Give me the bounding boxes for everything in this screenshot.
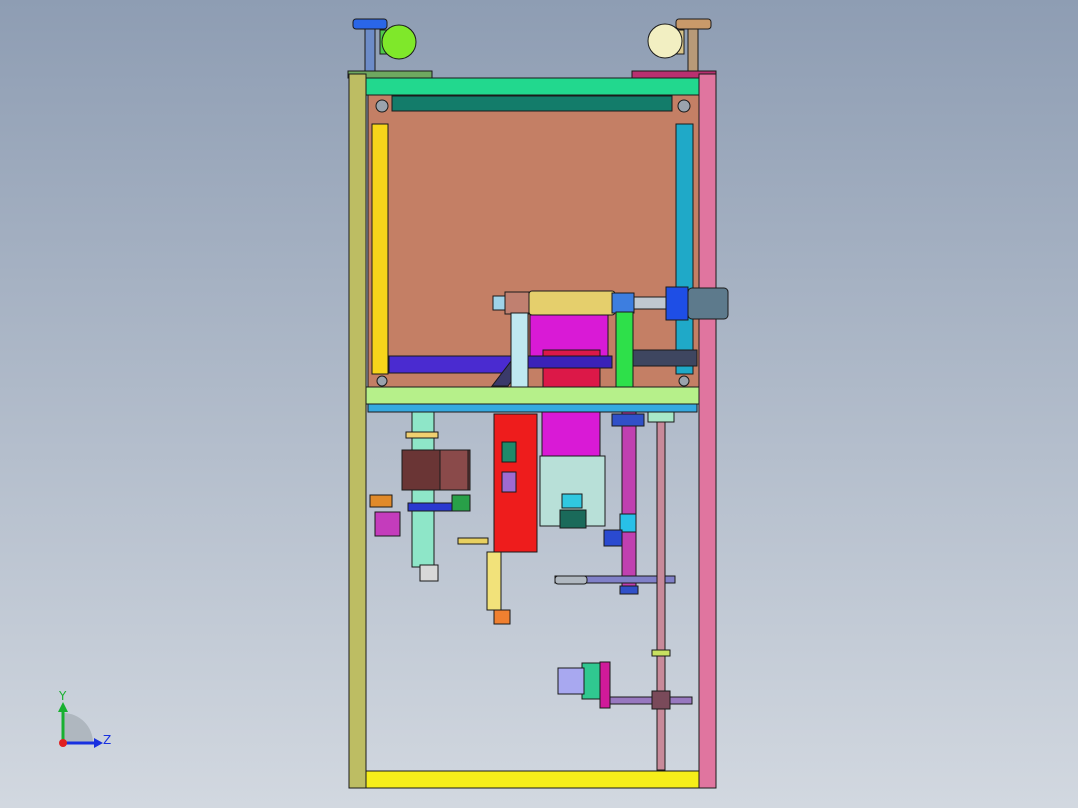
- left-knob-shaft: [364, 25, 376, 75]
- brown-motor-flange: [439, 449, 469, 491]
- orange-sensor-block: [369, 494, 393, 508]
- right-knob-cap: [675, 18, 712, 30]
- right-screw-column[interactable]: [621, 411, 637, 593]
- right-knob-shaft: [687, 25, 699, 75]
- cad-viewport[interactable]: Y Z: [0, 0, 1078, 808]
- plate-top-rail: [391, 95, 673, 112]
- left-column-foot: [419, 564, 439, 582]
- right-green-support: [615, 311, 634, 389]
- lower-yellow-column: [486, 551, 502, 611]
- tall-rod-collar: [651, 649, 671, 657]
- lower-blue-rail: [388, 355, 512, 374]
- tall-rod[interactable]: [656, 419, 666, 771]
- teal-gear-block: [559, 509, 587, 529]
- lower-side-square: [557, 667, 585, 695]
- left-knob-disc: [381, 24, 417, 60]
- cylinder-clamp-left: [504, 291, 530, 315]
- cyan-slide-block: [619, 513, 637, 533]
- motor-end-cap: [687, 287, 729, 320]
- triad-origin-icon: [59, 739, 67, 747]
- cyan-sensor-head: [561, 493, 583, 509]
- right-knob-disc: [647, 23, 683, 59]
- horizontal-push-rod: [609, 696, 693, 705]
- right-column-foot: [619, 585, 639, 595]
- cylinder-body: [528, 290, 616, 316]
- frame-top-beam[interactable]: [365, 77, 700, 96]
- motor-housing[interactable]: [665, 286, 689, 321]
- frame-bottom-beam[interactable]: [365, 770, 700, 789]
- magenta-mount: [599, 661, 611, 709]
- magenta-lower-carriage[interactable]: [541, 411, 601, 457]
- rod-clamp: [651, 690, 671, 710]
- cylinder-clamp-right: [611, 292, 635, 314]
- grey-disc: [554, 575, 588, 585]
- corner-bolt-icon: [375, 99, 389, 113]
- right-column-cap: [611, 413, 645, 427]
- y-axis-label: Y: [58, 689, 67, 703]
- left-knob-cap: [352, 18, 388, 30]
- dark-side-bar: [632, 349, 698, 367]
- z-axis-label: Z: [103, 733, 111, 747]
- left-pin: [457, 537, 489, 545]
- corner-bolt-icon: [677, 99, 691, 113]
- box-indicator-purple: [501, 471, 517, 493]
- corner-bolt-icon: [376, 375, 388, 387]
- middle-shelf[interactable]: [365, 386, 700, 405]
- right-guide-strip[interactable]: [675, 123, 694, 375]
- green-arm-end: [451, 494, 471, 512]
- frame-left-post[interactable]: [348, 73, 367, 789]
- shelf-underside-strip: [367, 403, 698, 413]
- box-indicator-green: [501, 441, 517, 463]
- left-vertical-support: [510, 312, 529, 389]
- frame-right-post[interactable]: [698, 73, 717, 789]
- carriage-base-plate: [527, 355, 613, 369]
- blue-lower-block: [603, 529, 623, 547]
- yellow-column-foot: [493, 609, 511, 625]
- left-column-collar: [405, 431, 439, 439]
- tall-rod-cap: [647, 411, 675, 423]
- magenta-sensor-block: [374, 511, 401, 537]
- corner-bolt-icon: [678, 375, 690, 387]
- left-guide-strip[interactable]: [371, 123, 389, 375]
